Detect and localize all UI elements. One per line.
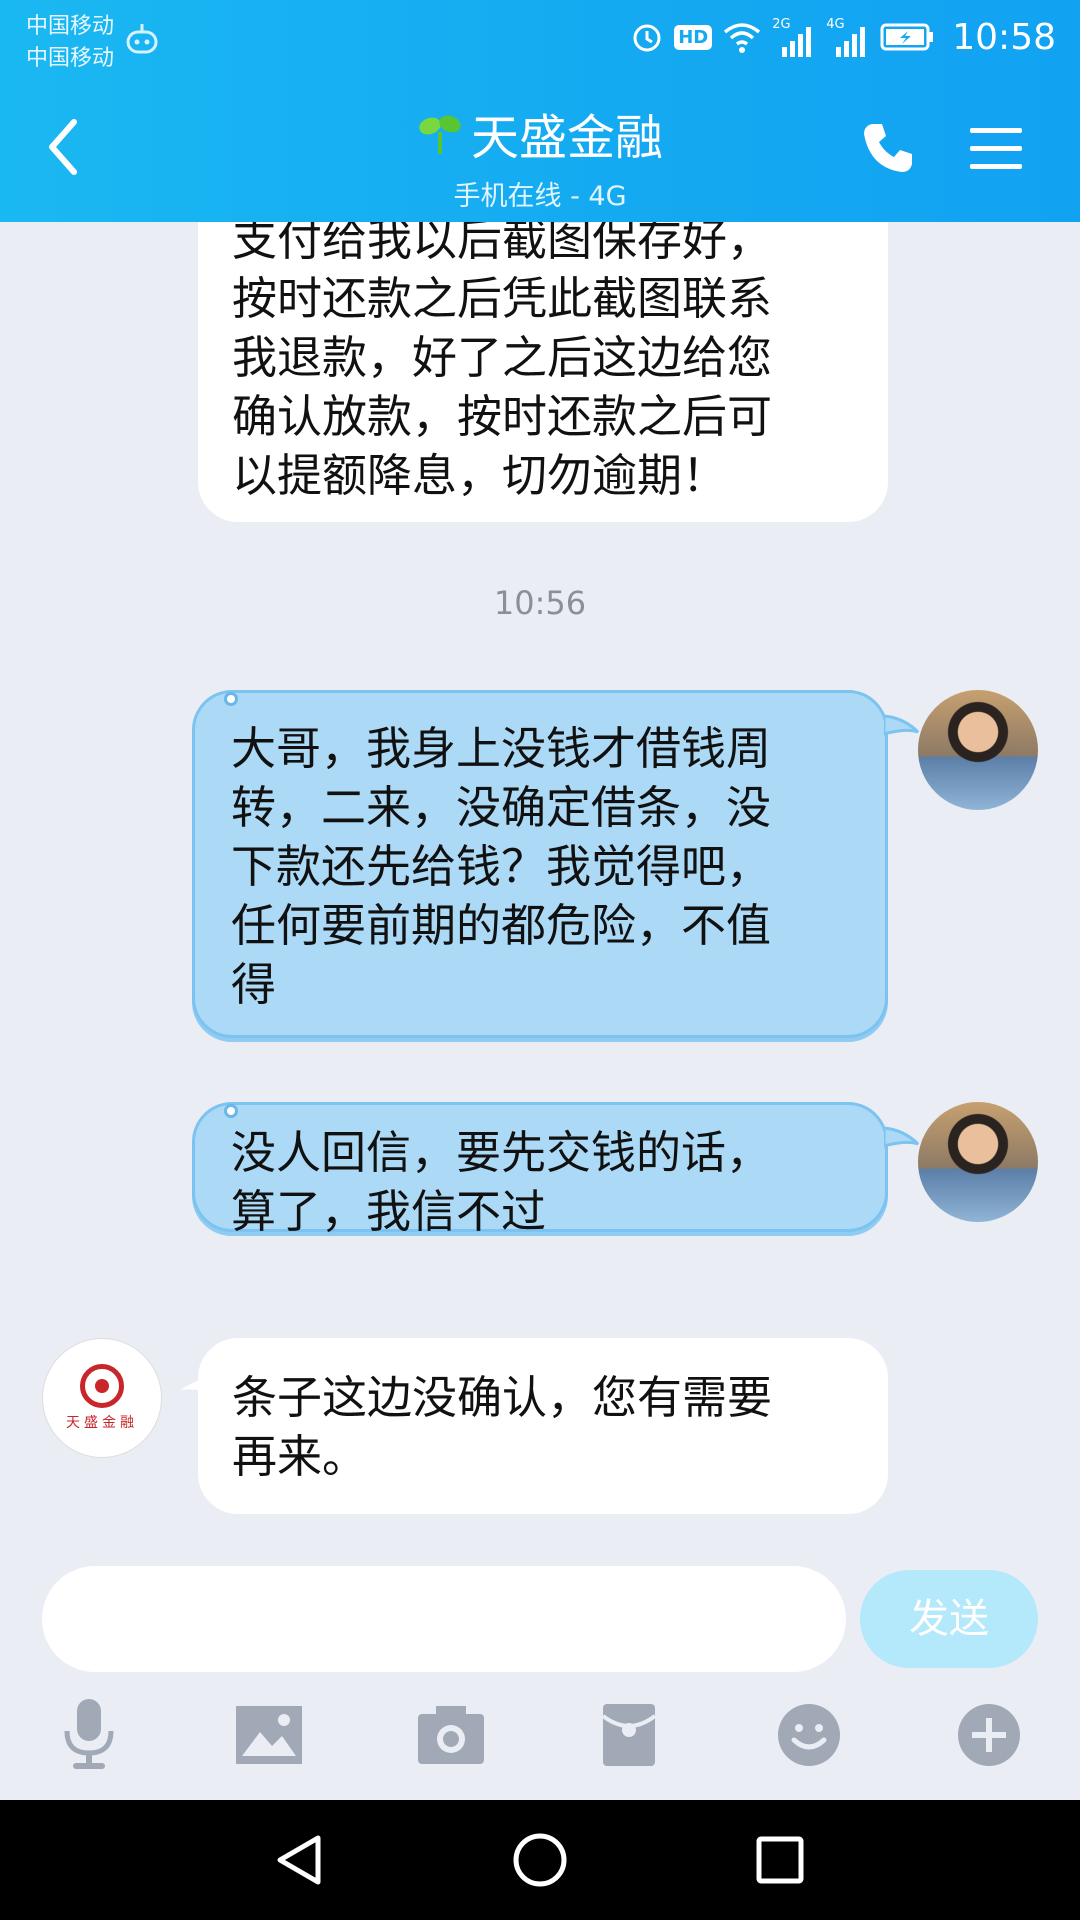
- message-bubble-outgoing[interactable]: 大哥，我身上没钱才借钱周 转，二来，没确定借条，没 下款还先给钱？我觉得吧， 任…: [192, 690, 888, 1038]
- chat-header: 天盛金融 手机在线 - 4G: [300, 98, 780, 213]
- company-logo: [80, 1364, 124, 1408]
- red-packet-icon[interactable]: [584, 1690, 674, 1780]
- send-button[interactable]: 发送: [860, 1570, 1038, 1668]
- wifi-icon: [724, 23, 761, 53]
- signal-icon: 4G: [826, 17, 870, 57]
- avatar[interactable]: [918, 690, 1038, 810]
- company-logo-text: 天盛金融: [66, 1415, 138, 1431]
- plus-icon[interactable]: [944, 1690, 1034, 1780]
- navigation-bar: [0, 1800, 1080, 1920]
- bubble-decoration: [224, 692, 238, 706]
- menu-icon[interactable]: [968, 120, 1024, 176]
- emoji-icon[interactable]: [764, 1690, 854, 1780]
- input-toolbar: [0, 1690, 1080, 1800]
- top-bar: 中国移动 中国移动 HD 2G 4G 10:58 天盛金融 手机在线 - 4G: [0, 0, 1080, 222]
- home-circle-icon[interactable]: [510, 1830, 570, 1890]
- status-icons: HD 2G 4G 10:58: [630, 12, 1056, 62]
- online-status: 手机在线 - 4G: [453, 181, 627, 212]
- microphone-icon[interactable]: [44, 1690, 134, 1780]
- back-triangle-icon[interactable]: [270, 1830, 330, 1890]
- message-text: 没人回信，要先交钱的话， 算了，我信不过: [231, 1126, 772, 1238]
- message-text: 支付给我以后截图保存好， 按时还款之后凭此截图联系 我退款，好了之后这边给您 确…: [232, 222, 773, 502]
- recents-square-icon[interactable]: [750, 1830, 810, 1890]
- message-bubble-incoming[interactable]: 条子这边没确认，您有需要 再来。: [198, 1338, 888, 1514]
- sprout-icon: [419, 115, 461, 154]
- status-time: 10:58: [952, 16, 1056, 58]
- signal-icon: 2G: [772, 17, 816, 57]
- message-text: 大哥，我身上没钱才借钱周 转，二来，没确定借条，没 下款还先给钱？我觉得吧， 任…: [231, 722, 772, 1011]
- message-text: 条子这边没确认，您有需要 再来。: [232, 1371, 773, 1483]
- battery-icon: [880, 23, 934, 51]
- avatar[interactable]: 天盛金融: [42, 1338, 162, 1458]
- alarm-icon: [633, 24, 661, 52]
- back-icon[interactable]: [40, 112, 90, 182]
- chat-history[interactable]: 支付给我以后截图保存好， 按时还款之后凭此截图联系 我退款，好了之后这边给您 确…: [0, 222, 1080, 1552]
- image-icon[interactable]: [224, 1690, 314, 1780]
- chat-title: 天盛金融: [417, 98, 663, 168]
- robot-icon: [126, 24, 158, 54]
- camera-icon[interactable]: [406, 1690, 496, 1780]
- bubble-decoration: [224, 1104, 238, 1118]
- chat-title-text: 天盛金融: [470, 110, 663, 166]
- message-bubble-incoming[interactable]: 支付给我以后截图保存好， 按时还款之后凭此截图联系 我退款，好了之后这边给您 确…: [198, 222, 888, 522]
- message-input[interactable]: [42, 1566, 846, 1672]
- carrier-label: 中国移动: [26, 46, 115, 71]
- avatar[interactable]: [918, 1102, 1038, 1222]
- hd-icon: HD: [674, 24, 713, 50]
- carrier-label: 中国移动: [26, 14, 115, 39]
- message-bubble-outgoing[interactable]: 没人回信，要先交钱的话， 算了，我信不过: [192, 1102, 888, 1238]
- message-timestamp: 10:56: [493, 584, 587, 622]
- phone-icon[interactable]: [858, 118, 918, 178]
